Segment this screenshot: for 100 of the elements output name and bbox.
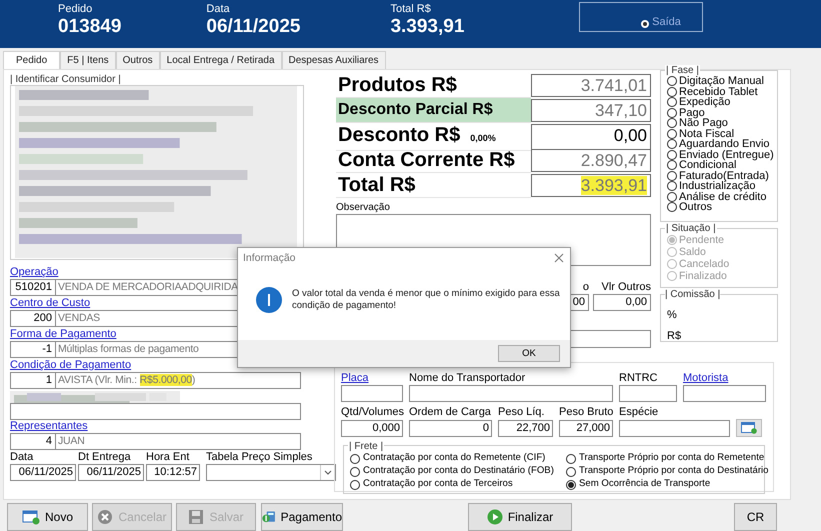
- code-field[interactable]: 4: [10, 433, 56, 450]
- code-field[interactable]: -1: [10, 341, 56, 358]
- window-plus-icon: [741, 422, 757, 434]
- icon-button[interactable]: [736, 419, 762, 437]
- radio-label: Contratação por conta do Destinatário (FOB): [363, 466, 554, 477]
- input-field[interactable]: [341, 385, 403, 402]
- dropdown[interactable]: [206, 464, 336, 481]
- header-value: 06/11/2025: [206, 16, 300, 37]
- finish-button[interactable]: Finalizar: [468, 503, 572, 531]
- radio-button[interactable]: [667, 160, 677, 170]
- field-label: Data: [10, 451, 34, 464]
- radio-button[interactable]: [667, 97, 677, 108]
- ok-button[interactable]: OK: [498, 345, 560, 362]
- radio-button[interactable]: [667, 150, 677, 160]
- amount-field[interactable]: 0,00: [531, 124, 651, 150]
- total-label: Total R$: [338, 173, 416, 197]
- radio-button[interactable]: [667, 86, 677, 97]
- field-link[interactable]: Centro de Custo: [10, 297, 90, 309]
- radio-label: Cancelado: [679, 258, 730, 270]
- section-title: | Comissão |: [665, 289, 720, 300]
- radio-button[interactable]: [566, 454, 576, 464]
- section-title: | Frete |: [348, 441, 384, 452]
- date-field[interactable]: 06/11/2025: [78, 464, 144, 481]
- input-field[interactable]: [619, 385, 677, 402]
- radio-button[interactable]: [566, 480, 576, 490]
- input-field[interactable]: 0,00: [593, 294, 651, 311]
- header-value: 3.393,91: [390, 16, 464, 37]
- field-link[interactable]: Placa: [341, 372, 369, 385]
- radio-button[interactable]: [350, 454, 360, 464]
- input-field[interactable]: 27,000: [559, 420, 613, 437]
- field-link[interactable]: Motorista: [683, 372, 728, 385]
- input-field[interactable]: [409, 385, 613, 402]
- info-icon: [256, 287, 282, 313]
- field-link[interactable]: Operação: [10, 266, 58, 278]
- field-label: o: [582, 280, 589, 294]
- input-field[interactable]: [619, 420, 730, 437]
- section-title: | Situação |: [665, 223, 717, 234]
- radio-button[interactable]: [667, 76, 677, 86]
- radio-button[interactable]: [350, 480, 360, 490]
- total-label: Desconto Parcial R$: [338, 100, 493, 120]
- field-link[interactable]: Forma de Pagamento: [10, 328, 116, 340]
- code-field[interactable]: 1: [10, 372, 56, 389]
- field-label: Dt Entrega: [78, 451, 132, 464]
- action-button[interactable]: CR: [734, 503, 777, 531]
- total-label: Desconto R$: [338, 123, 460, 147]
- radio-label: Saída: [652, 16, 681, 28]
- radio-label: Faturado(Entrada): [679, 170, 769, 181]
- field-label: Espécie: [619, 406, 660, 419]
- radio-button[interactable]: [667, 139, 677, 150]
- radio-label: Industrialização: [679, 181, 756, 192]
- amount-field: 347,10: [531, 99, 651, 122]
- payment-button[interactable]: Pagamento: [261, 503, 343, 531]
- input-field[interactable]: [683, 385, 766, 402]
- input-field[interactable]: 0: [409, 420, 492, 437]
- field-label: R$: [667, 330, 682, 342]
- radio-button[interactable]: [667, 108, 677, 118]
- tab[interactable]: Local Entrega / Retirada: [160, 51, 282, 69]
- radio-button[interactable]: [667, 128, 677, 139]
- radio-button[interactable]: [667, 118, 677, 128]
- code-field[interactable]: 200: [10, 310, 56, 327]
- field-label: RNTRC: [619, 372, 658, 385]
- radio-button[interactable]: [566, 466, 576, 476]
- field-label: Vlr Outros: [601, 280, 651, 294]
- tab[interactable]: Pedido: [3, 51, 60, 69]
- tab[interactable]: Despesas Auxiliares: [282, 51, 386, 69]
- input-field[interactable]: [10, 403, 301, 420]
- amount-field: 3.741,01: [531, 74, 651, 97]
- close-circle-icon: [97, 509, 114, 525]
- radio-button[interactable]: [667, 181, 677, 192]
- radio-label: Finalizado: [679, 270, 727, 282]
- field-link[interactable]: Representantes: [10, 420, 88, 432]
- radio-button[interactable]: [350, 466, 360, 476]
- code-field[interactable]: 510201: [10, 279, 56, 296]
- radio-label: Recebido Tablet: [679, 86, 758, 97]
- input-field[interactable]: 22,700: [498, 420, 553, 437]
- radio-label: Pendente: [679, 234, 724, 246]
- radio-button[interactable]: [667, 192, 677, 202]
- field-link[interactable]: Condição de Pagamento: [10, 359, 132, 371]
- window-plus-icon: [22, 509, 40, 525]
- header-label: Data: [206, 3, 231, 16]
- radio-label: Digitação Manual: [679, 76, 764, 86]
- description-field[interactable]: AVISTA (Vlr. Min.: R$5.000,00): [56, 372, 301, 389]
- percent-label: 0,00%: [470, 132, 496, 145]
- radio-label: Saldo: [679, 246, 706, 258]
- amount-field: 3.393,91: [531, 174, 651, 197]
- radio-label: Outros: [679, 202, 712, 212]
- field-label: Nome do Transportador: [409, 372, 526, 385]
- tab[interactable]: Outros: [116, 51, 160, 69]
- description-field[interactable]: JUAN: [56, 433, 301, 450]
- header-label: Pedido: [58, 3, 94, 16]
- field-label: Peso Líq.: [498, 406, 546, 419]
- tab[interactable]: F5 | Itens: [60, 51, 116, 69]
- radio-button[interactable]: [667, 202, 677, 212]
- radio-label: Nota Fiscal: [679, 128, 734, 139]
- radio-label: Aguardando Envio: [679, 139, 770, 150]
- input-field[interactable]: 0,000: [341, 420, 403, 437]
- new-button[interactable]: Novo: [7, 503, 88, 531]
- date-field[interactable]: 10:12:57: [146, 464, 200, 481]
- radio-button[interactable]: [667, 170, 677, 181]
- date-field[interactable]: 06/11/2025: [10, 464, 76, 481]
